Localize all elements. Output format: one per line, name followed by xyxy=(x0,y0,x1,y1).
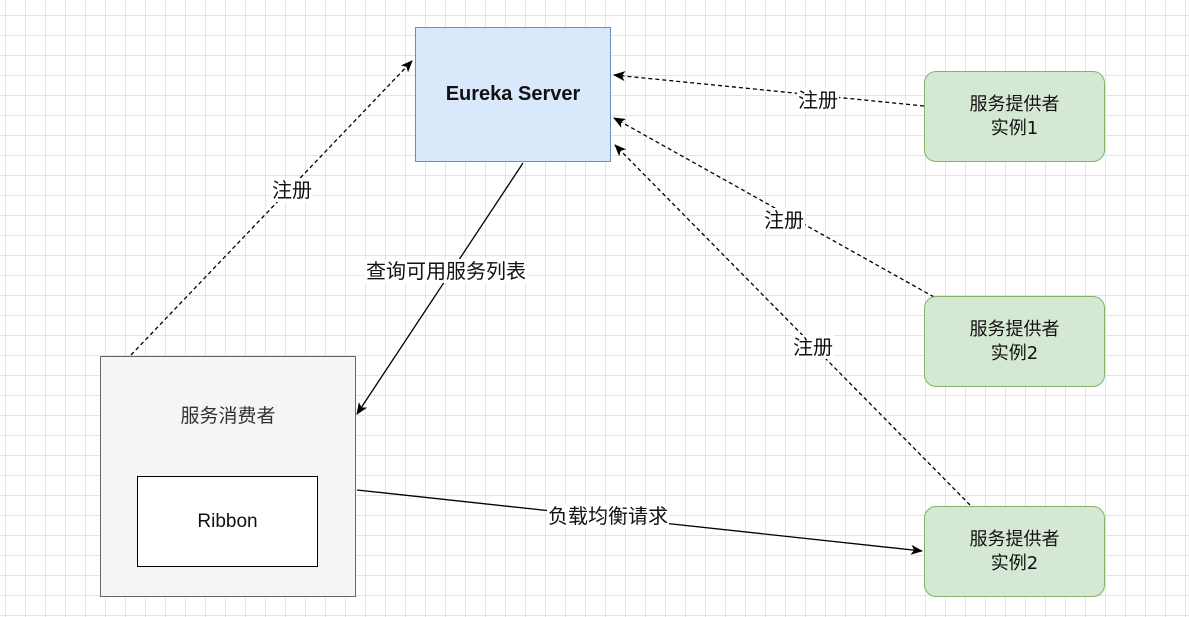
provider-2-register-label: 注册 xyxy=(763,208,805,232)
provider-instance-3-node[interactable]: 服务提供者 实例2 xyxy=(924,506,1105,597)
consumer-label: 服务消费者 xyxy=(180,405,276,427)
provider-3-line2: 实例2 xyxy=(990,552,1039,574)
provider-3-register-label: 注册 xyxy=(792,335,834,359)
provider-1-register-label: 注册 xyxy=(797,88,839,112)
diagram-canvas: Eureka Server 服务提供者 实例1 服务提供者 实例2 服务提供者 … xyxy=(0,0,1189,617)
provider-instance-2-node[interactable]: 服务提供者 实例2 xyxy=(924,296,1105,387)
eureka-server-node[interactable]: Eureka Server xyxy=(415,27,611,162)
query-services-label: 查询可用服务列表 xyxy=(365,259,527,283)
ribbon-label: Ribbon xyxy=(197,510,258,532)
edge-provider-1-register xyxy=(613,71,925,107)
consumer-register-label: 注册 xyxy=(271,178,313,202)
provider-3-line1: 服务提供者 xyxy=(969,528,1060,550)
provider-2-line1: 服务提供者 xyxy=(969,318,1060,340)
edge-query-services xyxy=(356,162,524,415)
eureka-server-label: Eureka Server xyxy=(445,83,581,105)
edge-provider-3-register xyxy=(614,144,971,506)
provider-1-line1: 服务提供者 xyxy=(969,93,1060,115)
ribbon-node[interactable]: Ribbon xyxy=(137,476,318,567)
provider-1-line2: 实例1 xyxy=(990,117,1039,139)
edge-consumer-register xyxy=(130,60,413,356)
provider-instance-1-node[interactable]: 服务提供者 实例1 xyxy=(924,71,1105,162)
provider-2-line2: 实例2 xyxy=(990,342,1039,364)
load-balance-label: 负载均衡请求 xyxy=(547,504,669,528)
